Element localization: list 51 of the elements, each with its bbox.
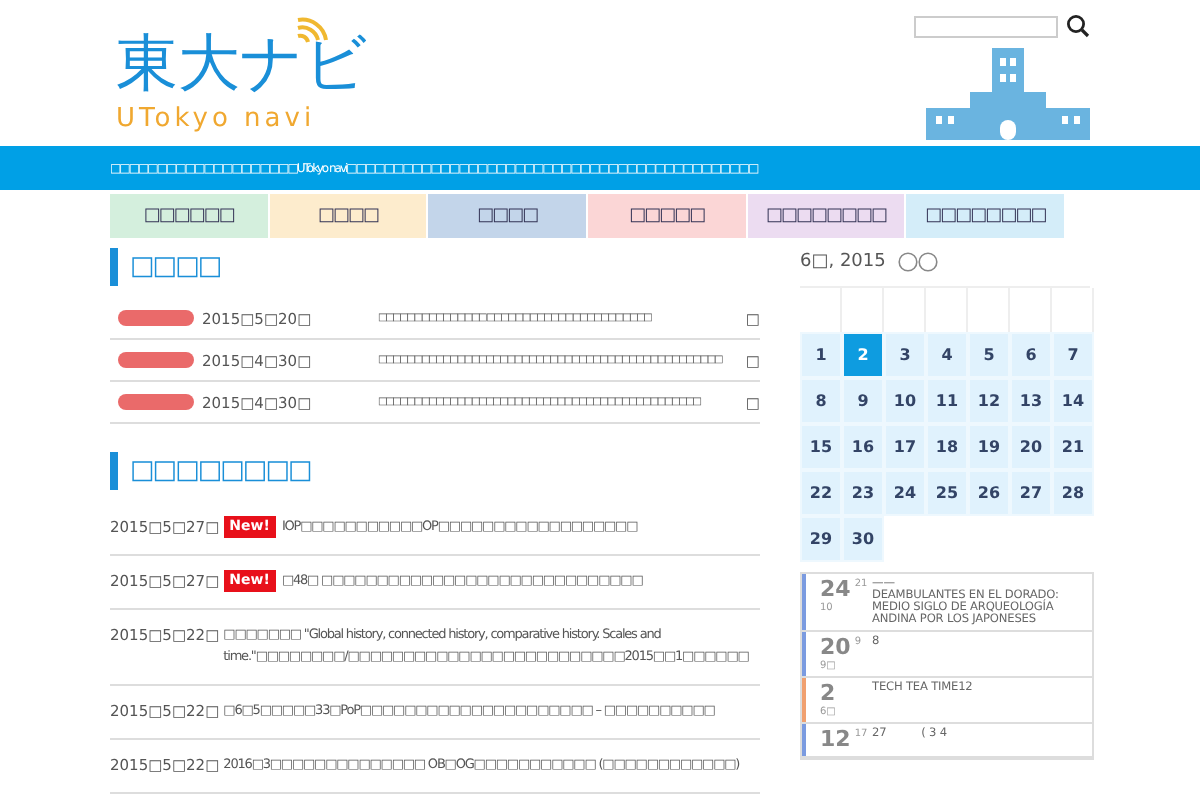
calendar-day[interactable]: 19 xyxy=(968,424,1010,470)
calendar-day[interactable]: 28 xyxy=(1052,470,1094,516)
event-day: 2 xyxy=(820,682,836,706)
calendar-month: 6□, 2015 xyxy=(800,252,886,272)
category-tag xyxy=(118,352,194,368)
category-tag xyxy=(118,310,194,326)
calendar-day[interactable]: 3 xyxy=(884,332,926,378)
calendar-day[interactable]: 17 xyxy=(884,424,926,470)
calendar-day[interactable]: 5 xyxy=(968,332,1010,378)
nav-tab[interactable]: □□□□ xyxy=(428,194,587,238)
calendar-day[interactable]: 1 xyxy=(800,332,842,378)
calendar-day[interactable]: 12 xyxy=(968,378,1010,424)
calendar-day[interactable]: 8 xyxy=(800,378,842,424)
event-day: 12 xyxy=(820,728,851,752)
calendar-day[interactable]: 15 xyxy=(800,424,842,470)
calendar-day[interactable]: 9 xyxy=(842,378,884,424)
calendar-day[interactable]: 29 xyxy=(800,516,842,562)
search-field[interactable] xyxy=(914,15,1058,37)
logo-subtitle: UTokyo navi xyxy=(116,104,318,134)
section-heading: □□□□□□□□ xyxy=(130,456,311,486)
calendar-day[interactable]: 30 xyxy=(842,516,884,562)
calendar-day[interactable]: 13 xyxy=(1010,378,1052,424)
section-heading: □□□□ xyxy=(130,252,221,282)
calendar-day[interactable]: 18 xyxy=(926,424,968,470)
category-tag xyxy=(118,394,194,410)
search-icon[interactable] xyxy=(1066,14,1090,38)
prev-month-icon[interactable] xyxy=(897,252,918,272)
calendar-day[interactable]: 14 xyxy=(1052,378,1094,424)
nav-tab[interactable]: □□□□□ xyxy=(588,194,746,238)
calendar-day[interactable]: 20 xyxy=(1010,424,1052,470)
calendar-day[interactable]: 27 xyxy=(1010,470,1052,516)
calendar-day[interactable]: 6 xyxy=(1010,332,1052,378)
logo-title[interactable]: 東大ナビ xyxy=(116,24,368,104)
nav-tab[interactable]: □□□□□□ xyxy=(110,194,268,238)
event-day: 20 xyxy=(820,636,851,660)
event-day: 24 xyxy=(820,578,851,602)
nav-tab[interactable]: □□□□□□□□ xyxy=(747,194,905,238)
calendar-day[interactable]: 23 xyxy=(842,470,884,516)
next-month-icon[interactable] xyxy=(917,252,938,272)
calendar-day[interactable]: 10 xyxy=(884,378,926,424)
nav-tab[interactable]: □□□□ xyxy=(269,194,427,238)
calendar-day[interactable]: 22 xyxy=(800,470,842,516)
calendar-day[interactable]: 7 xyxy=(1052,332,1094,378)
calendar-day[interactable]: 11 xyxy=(926,378,968,424)
calendar-day[interactable]: 16 xyxy=(842,424,884,470)
calendar-day[interactable]: 26 xyxy=(968,470,1010,516)
nav-tab[interactable]: □□□□□□□□ xyxy=(906,194,1065,238)
calendar-day[interactable]: 4 xyxy=(926,332,968,378)
calendar-day[interactable]: 24 xyxy=(884,470,926,516)
calendar-day[interactable]: 21 xyxy=(1052,424,1094,470)
calendar-day[interactable]: 25 xyxy=(926,470,968,516)
